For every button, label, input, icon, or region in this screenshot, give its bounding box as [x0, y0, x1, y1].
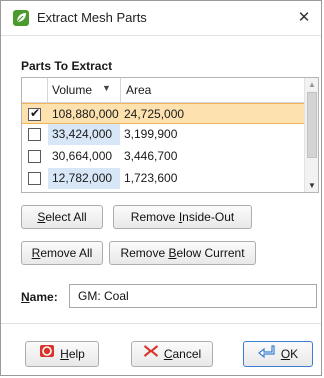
column-divider[interactable]	[120, 78, 121, 102]
grid-header: Volume ▼ Area	[22, 78, 304, 103]
close-button[interactable]: ✕	[293, 7, 315, 29]
name-label-rest: ame:	[29, 290, 58, 304]
button-label-rest: elow Current	[176, 246, 245, 260]
name-label: Name:	[21, 290, 58, 304]
area-cell: 3,446,700	[124, 149, 178, 163]
select-all-button[interactable]: Select All	[21, 205, 103, 229]
button-label-mnemonic: O	[280, 347, 291, 361]
button-label-rest: ancel	[172, 347, 202, 361]
part-checkbox[interactable]	[28, 172, 41, 185]
volume-cell: 108,880,000	[52, 107, 119, 121]
ok-button[interactable]: OK	[243, 341, 313, 367]
extract-mesh-parts-dialog: Extract Mesh Parts ✕ Parts To Extract Vo…	[0, 0, 322, 376]
ok-return-arrow-icon	[257, 342, 276, 366]
remove-inside-out-button[interactable]: Remove Inside-Out	[113, 205, 252, 229]
sort-desc-icon[interactable]: ▼	[102, 83, 111, 93]
area-cell: 1,723,600	[124, 171, 178, 185]
app-leaf-icon	[13, 10, 29, 26]
table-row[interactable]: 30,664,000 3,446,700	[22, 146, 304, 167]
help-button[interactable]: Help	[25, 341, 99, 367]
grid-scrollbar[interactable]: ▲ ▼	[304, 78, 318, 192]
button-label-rest: elect All	[45, 210, 87, 224]
parts-section-title: Parts To Extract	[21, 59, 113, 73]
remove-all-button[interactable]: Remove All	[21, 241, 103, 265]
check-icon: ✔	[30, 106, 41, 120]
button-label-mnemonic: H	[60, 347, 69, 361]
part-checkbox[interactable]	[28, 128, 41, 141]
scroll-thumb[interactable]	[307, 92, 317, 158]
part-checkbox[interactable]	[28, 150, 41, 163]
button-label-rest: K	[290, 347, 299, 361]
button-label-mnemonic: B	[168, 246, 177, 260]
help-lifebuoy-icon	[39, 342, 55, 366]
button-label-pre: Remove	[120, 246, 169, 260]
table-row[interactable]: 33,424,000 3,199,900	[22, 124, 304, 145]
volume-cell: 33,424,000	[48, 124, 120, 145]
area-cell: 24,725,000	[124, 107, 185, 121]
scroll-up-icon[interactable]: ▲	[308, 80, 316, 89]
area-cell: 3,199,900	[124, 127, 178, 141]
button-label-mnemonic: R	[31, 246, 41, 260]
scroll-down-icon[interactable]: ▼	[308, 181, 316, 190]
title-bar: Extract Mesh Parts ✕	[1, 1, 321, 36]
name-label-mnemonic: N	[21, 290, 30, 304]
cancel-button[interactable]: Cancel	[131, 341, 213, 367]
button-label-rest: emove All	[40, 246, 93, 260]
header-check-column	[22, 78, 48, 102]
area-column-header[interactable]: Area	[126, 83, 151, 97]
table-row[interactable]: ✔ 108,880,000 24,725,000	[22, 103, 304, 124]
table-row[interactable]: 12,782,000 1,723,600	[22, 168, 304, 189]
remove-below-current-button[interactable]: Remove Below Current	[109, 241, 256, 265]
volume-column-header[interactable]: Volume	[52, 83, 92, 97]
footer-divider	[1, 323, 321, 324]
cancel-x-icon	[143, 342, 159, 366]
volume-cell: 30,664,000	[52, 149, 113, 163]
volume-cell: 12,782,000	[48, 168, 120, 189]
button-label-rest: elp	[68, 347, 85, 361]
button-label-pre: Remove	[130, 210, 179, 224]
name-input[interactable]	[69, 284, 317, 308]
button-label-rest: nside-Out	[182, 210, 235, 224]
parts-grid: Volume ▼ Area ✔ 108,880,000 24,725,000 3…	[21, 77, 319, 193]
part-checkbox[interactable]: ✔	[28, 106, 41, 121]
window-title: Extract Mesh Parts	[37, 10, 147, 25]
